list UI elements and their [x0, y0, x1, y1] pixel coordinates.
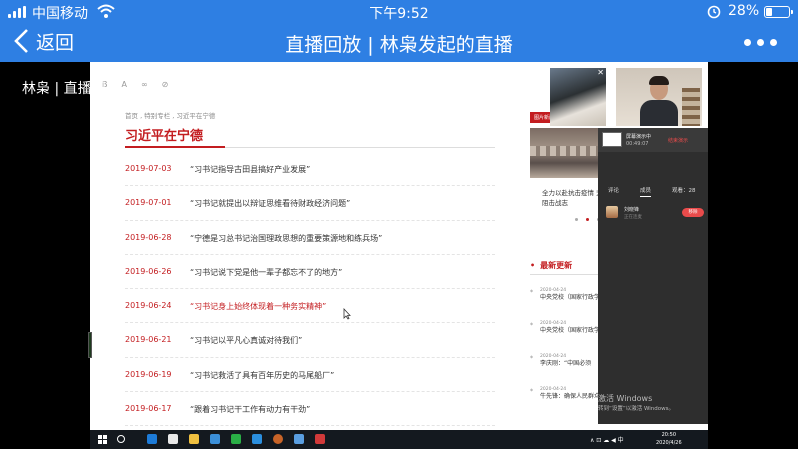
camera-feed-presenter	[616, 68, 702, 126]
latest-heading: 最新更新	[530, 260, 572, 271]
section-title: 习近平在宁德	[125, 129, 204, 144]
news-date: 2019-06-26	[125, 266, 172, 276]
latest-item[interactable]: 2020-04-24李庆刚：“中国必须	[530, 354, 600, 387]
windows-taskbar: ∧ ⊡ ☁ ◀ 中 20:50 2020/4/26	[90, 430, 708, 449]
font-tool: A	[121, 80, 127, 89]
share-status: 屏幕演示中	[626, 134, 652, 140]
camera-feed-slides: ✕	[550, 68, 606, 126]
windows-activation-watermark: 激活 Windows 转到“设置”以激活 Windows。	[598, 394, 674, 414]
activation-title: 激活 Windows	[598, 394, 653, 403]
status-bar: 中国移动 下午9:52 28%	[0, 0, 798, 24]
latest-item[interactable]: 2020-04-24中央党校（国家行政学院）学习汇”线上学习交	[530, 288, 600, 321]
news-item[interactable]: 2019-06-28 “宁德是习总书记治国理政思想的重要策源地和练兵场”	[125, 221, 495, 255]
tab-comments[interactable]: 评论	[608, 186, 619, 194]
latest-text[interactable]: 李庆刚：“中国必须	[540, 359, 600, 368]
latest-item[interactable]: 2020-04-24牛先锋：确保人民群众体地位	[530, 387, 600, 420]
member-row: 刘晓锋 正在连麦 移除	[598, 204, 708, 224]
unlink-tool: ⊘	[161, 80, 169, 89]
divider	[125, 146, 495, 148]
news-date: 2019-06-17	[125, 404, 172, 414]
latest-list: 2020-04-24中央党校（国家行政学院）学习汇”线上学习交 2020-04-…	[530, 288, 600, 420]
news-item[interactable]: 2019-06-19 “习书记救活了具有百年历史的马尾船厂”	[125, 358, 495, 393]
share-thumbnail	[602, 132, 622, 147]
close-icon[interactable]: ✕	[597, 68, 604, 77]
end-share-button[interactable]: 结束演示	[668, 137, 688, 144]
phone-screen: 中国移动 下午9:52 28% 返回 直播回放 | 林枭发起的直播 林枭 | 直…	[0, 0, 798, 449]
wechat-icon[interactable]	[231, 434, 241, 444]
edge-icon[interactable]	[147, 434, 157, 444]
panel-tabs: 评论 成员 观看：28	[598, 184, 708, 198]
news-item[interactable]: 2019-07-01 “习书记就提出以辩证思维看待财政经济问题”	[125, 186, 495, 221]
member-name: 刘晓锋	[624, 207, 640, 213]
taskbar-date: 2020/4/26	[656, 440, 682, 446]
search-icon[interactable]	[117, 435, 125, 443]
browser-icon[interactable]	[252, 434, 262, 444]
news-title[interactable]: “宁德是习总书记治国理政思想的重要策源地和练兵场”	[190, 233, 382, 244]
page-title: 直播回放 | 林枭发起的直播	[285, 34, 513, 56]
news-item[interactable]: 2019-06-24 “习书记身上始终体现着一种务实精神”	[125, 289, 495, 324]
breadcrumb: 首页 , 特别专栏 , 习近平在宁德	[125, 112, 216, 120]
activation-subtitle: 转到“设置”以激活 Windows。	[598, 406, 674, 412]
screen-share-bar: 屏幕演示中 00:49:07 结束演示	[598, 128, 708, 152]
more-options-button[interactable]	[744, 38, 778, 48]
share-duration: 00:49:07	[626, 141, 649, 147]
app-icon[interactable]	[294, 434, 304, 444]
news-title[interactable]: “习书记就提出以辩证思维看待财政经济问题”	[190, 198, 350, 209]
latest-item[interactable]: 2020-04-24中央党校（国家行政学院）年线上学习交流	[530, 321, 600, 354]
news-title[interactable]: “习书记身上始终体现着一种务实精神”	[190, 301, 326, 312]
battery-icon	[764, 6, 793, 18]
viewer-count: 观看：28	[672, 188, 696, 194]
news-item[interactable]: 2019-06-17 “跟着习书记干工作有动力有干劲”	[125, 392, 495, 427]
live-panel: 屏幕演示中 00:49:07 结束演示 评论 成员 观看：28 刘晓锋 正在连麦…	[598, 128, 708, 424]
top-bar: 中国移动 下午9:52 28% 返回 直播回放 | 林枭发起的直播	[0, 0, 798, 62]
folder-icon[interactable]	[189, 434, 199, 444]
news-date: 2019-07-01	[125, 198, 172, 208]
news-date: 2019-06-21	[125, 335, 172, 345]
link-tool: ∞	[140, 80, 148, 89]
news-date: 2019-06-28	[125, 232, 172, 242]
news-date: 2019-07-03	[125, 164, 172, 173]
battery-level	[766, 8, 772, 16]
tab-members[interactable]: 成员	[640, 186, 652, 197]
alarm-icon	[707, 5, 721, 19]
member-status: 正在连麦	[624, 215, 642, 220]
app-icon[interactable]	[315, 434, 325, 444]
news-item[interactable]: 2019-06-26 “习书记说下党是他一辈子都忘不了的地方”	[125, 255, 495, 290]
news-list: 2019-07-03 “习书记指导古田县搞好产业发展” 2019-07-01 “习书…	[125, 152, 495, 427]
news-title[interactable]: “习书记指导古田县搞好产业发展”	[190, 164, 310, 175]
status-time: 下午9:52	[369, 6, 429, 22]
mouse-cursor-icon	[343, 308, 351, 320]
news-title[interactable]: “习书记以平凡心真诚对待我们”	[190, 335, 302, 346]
taskbar-time: 20:50	[661, 432, 677, 438]
news-title[interactable]: “跟着习书记干工作有动力有干劲”	[190, 404, 310, 415]
drawer-handle[interactable]	[88, 332, 92, 358]
host-label: 林枭 | 直播回放	[22, 81, 120, 97]
avatar	[606, 206, 618, 218]
news-date: 2019-06-24	[125, 301, 172, 311]
windows-start-icon[interactable]	[98, 435, 107, 444]
file-icon[interactable]	[168, 434, 178, 444]
system-tray[interactable]: ∧ ⊡ ☁ ◀ 中	[590, 435, 624, 444]
latest-text[interactable]: 中央党校（国家行政学院）学习汇”线上学习交	[540, 293, 600, 302]
shared-screen: B A ∞ ⊘ 首页 , 特别专栏 , 习近平在宁德 习近平在宁德 2019-0…	[90, 62, 708, 432]
video-player[interactable]: 林枭 | 直播回放 B A ∞ ⊘ 首页 , 特别专栏 , 习近平在宁德 习近平…	[0, 62, 798, 449]
taskbar-clock[interactable]: 20:50 2020/4/26	[656, 431, 682, 447]
latest-text[interactable]: 中央党校（国家行政学院）年线上学习交流	[540, 326, 600, 335]
latest-text[interactable]: 牛先锋：确保人民群众体地位	[540, 392, 600, 401]
news-item[interactable]: 2019-07-03 “习书记指导古田县搞好产业发展”	[125, 152, 495, 187]
news-title[interactable]: “习书记说下党是他一辈子都忘不了的地方”	[190, 267, 342, 278]
store-icon[interactable]	[210, 434, 220, 444]
battery-percent: 28%	[728, 3, 760, 19]
news-title[interactable]: “习书记救活了具有百年历史的马尾船厂”	[190, 370, 334, 381]
divider	[530, 274, 600, 275]
remove-member-button[interactable]: 移除	[682, 208, 704, 217]
news-item[interactable]: 2019-06-21 “习书记以平凡心真诚对待我们”	[125, 323, 495, 358]
news-date: 2019-06-19	[125, 369, 172, 379]
app-icon[interactable]	[273, 434, 283, 444]
